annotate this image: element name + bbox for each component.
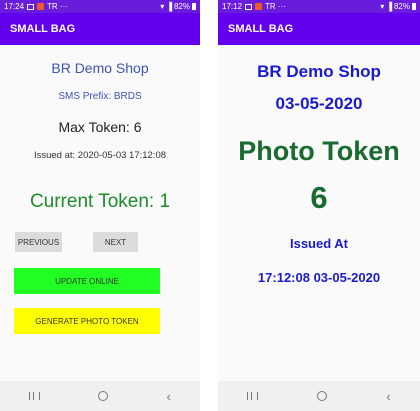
- update-online-button[interactable]: UPDATE ONLINE: [14, 268, 160, 294]
- next-button[interactable]: NEXT: [93, 232, 138, 252]
- issued-at: Issued at: 2020-05-03 17:12:08: [33, 150, 167, 161]
- status-extra: TR ···: [265, 2, 286, 11]
- signal-icon: ▐: [166, 2, 172, 11]
- navigation-bar: ‹: [218, 381, 420, 411]
- gallery-notification-icon: [245, 3, 253, 10]
- app-bar: SMALL BAG: [0, 13, 200, 45]
- status-time: 17:24: [4, 2, 25, 11]
- battery-percent: 82%: [393, 2, 410, 11]
- recent-apps-icon[interactable]: [247, 392, 259, 400]
- battery-percent: 82%: [173, 2, 190, 11]
- back-icon[interactable]: ‹: [167, 389, 171, 404]
- status-bar: 17:12 TR ··· ▾ ▐ 82%: [218, 0, 420, 13]
- token-date: 03-05-2020: [275, 94, 363, 113]
- wifi-icon: ▾: [160, 2, 165, 11]
- wifi-icon: ▾: [380, 2, 385, 11]
- shop-name: BR Demo Shop: [51, 60, 149, 76]
- signal-icon: ▐: [386, 2, 392, 11]
- recent-apps-icon[interactable]: [29, 392, 41, 400]
- home-icon[interactable]: [317, 391, 328, 401]
- status-extra: TR ···: [47, 2, 68, 11]
- navigation-bar: ‹: [0, 381, 200, 411]
- max-token: Max Token: 6: [58, 119, 142, 135]
- battery-icon: [192, 3, 196, 10]
- status-bar: 17:24 TR ··· ▾ ▐ 82%: [0, 0, 200, 13]
- back-icon[interactable]: ‹: [386, 389, 390, 404]
- status-time: 17:12: [222, 2, 243, 11]
- token-number: 6: [310, 180, 328, 215]
- issued-at-value: 17:12:08 03-05-2020: [257, 270, 381, 285]
- main-content: BR Demo Shop SMS Prefix: BRDS Max Token:…: [0, 45, 200, 381]
- left-phone-screen: 17:24 TR ··· ▾ ▐ 82% SMALL BAG BR Demo S…: [0, 0, 200, 411]
- generate-photo-token-button[interactable]: GENERATE PHOTO TOKEN: [14, 308, 160, 334]
- photo-token-content: BR Demo Shop 03-05-2020 Photo Token 6 Is…: [218, 45, 420, 381]
- previous-button[interactable]: PREVIOUS: [15, 232, 62, 252]
- right-phone-screen: 17:12 TR ··· ▾ ▐ 82% SMALL BAG BR Demo S…: [218, 0, 420, 411]
- app-title: SMALL BAG: [10, 23, 76, 35]
- gallery-notification-icon: [27, 3, 35, 10]
- app-notification-icon: [37, 3, 45, 10]
- sms-prefix: SMS Prefix: BRDS: [58, 91, 142, 102]
- current-token: Current Token: 1: [29, 191, 171, 212]
- battery-icon: [412, 3, 416, 10]
- app-bar: SMALL BAG: [218, 13, 420, 45]
- shop-name: BR Demo Shop: [257, 62, 381, 81]
- photo-token-heading: Photo Token: [238, 136, 400, 166]
- app-notification-icon: [255, 3, 263, 10]
- home-icon[interactable]: [98, 391, 109, 401]
- app-title: SMALL BAG: [228, 23, 294, 35]
- issued-at-label: Issued At: [289, 236, 349, 251]
